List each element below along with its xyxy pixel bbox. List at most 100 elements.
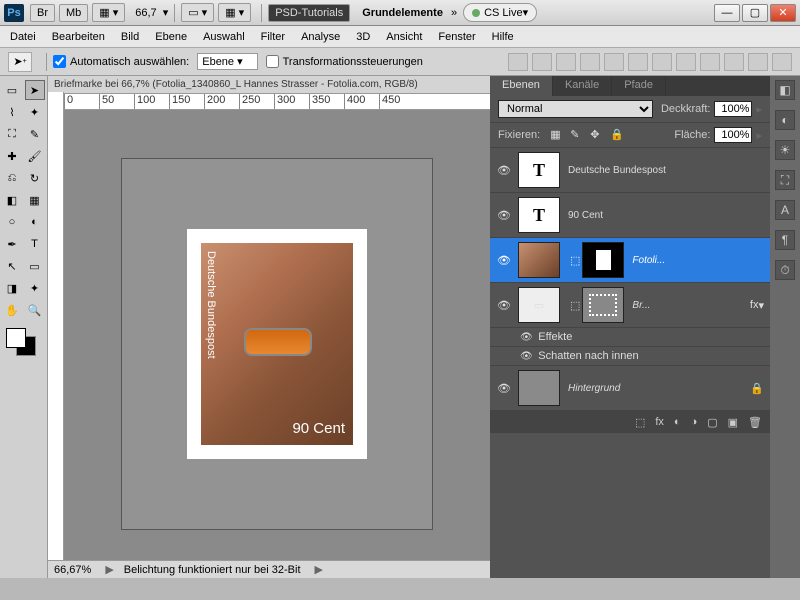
layer-name[interactable]: Deutsche Bundespost (568, 165, 764, 176)
zoom-value[interactable]: 66,7 (135, 7, 156, 19)
styles-panel-icon[interactable]: ⛶ (775, 170, 795, 190)
eyedropper-tool[interactable]: ✎ (25, 124, 45, 144)
fill-slider-icon[interactable]: ▸ (756, 129, 762, 142)
close-button[interactable]: ✕ (770, 4, 796, 22)
blend-mode-select[interactable]: Normal (498, 100, 653, 118)
menu-bearbeiten[interactable]: Bearbeiten (52, 31, 105, 43)
3d-tool[interactable]: ◨ (2, 278, 22, 298)
bridge-button[interactable]: Br (30, 4, 55, 22)
status-zoom[interactable]: 66,67% (54, 564, 91, 576)
distribute-icon[interactable] (652, 53, 672, 71)
adjustments-panel-icon[interactable]: ☀ (775, 140, 795, 160)
effects-label[interactable]: 👁 Effekte (490, 328, 770, 347)
3d-camera-tool[interactable]: ✦ (25, 278, 45, 298)
visibility-icon[interactable]: 👁 (496, 299, 512, 312)
align-icon[interactable] (580, 53, 600, 71)
character-panel-icon[interactable]: A (775, 200, 795, 220)
foreground-color[interactable] (6, 328, 26, 348)
menu-3d[interactable]: 3D (356, 31, 370, 43)
paragraph-panel-icon[interactable]: ¶ (775, 230, 795, 250)
history-brush-tool[interactable]: ↻ (25, 168, 45, 188)
link-icon[interactable]: ⬚ (570, 254, 580, 267)
auto-select-dropdown[interactable]: Ebene ▾ (197, 53, 257, 70)
menu-ansicht[interactable]: Ansicht (386, 31, 422, 43)
type-tool[interactable]: T (25, 234, 45, 254)
align-icon[interactable] (556, 53, 576, 71)
menu-fenster[interactable]: Fenster (438, 31, 475, 43)
minibridge-button[interactable]: Mb (59, 4, 88, 22)
tab-ebenen[interactable]: Ebenen (490, 76, 553, 96)
align-icon[interactable] (532, 53, 552, 71)
screen-mode-button[interactable]: ▭ ▾ (181, 3, 214, 22)
wand-tool[interactable]: ✦ (25, 102, 45, 122)
menu-bild[interactable]: Bild (121, 31, 139, 43)
document-tab[interactable]: Briefmarke bei 66,7% (Fotolia_1340860_L … (48, 76, 490, 94)
menu-ebene[interactable]: Ebene (155, 31, 187, 43)
extras-button[interactable]: ▦ ▾ (218, 3, 251, 22)
link-icon[interactable]: ⬚ (570, 299, 580, 312)
menu-filter[interactable]: Filter (261, 31, 285, 43)
align-icon[interactable] (604, 53, 624, 71)
psd-tutorials-button[interactable]: PSD-Tutorials (268, 4, 350, 22)
brush-tool[interactable]: 🖌 (25, 146, 45, 166)
delete-icon[interactable]: 🗑 (748, 416, 762, 429)
move-tool-indicator[interactable]: ➤+ (8, 52, 32, 72)
history-panel-icon[interactable]: ⏱ (775, 260, 795, 280)
mask-icon[interactable]: ◐ (674, 416, 681, 428)
lock-pixels-icon[interactable]: ✎ (570, 128, 584, 142)
menu-analyse[interactable]: Analyse (301, 31, 340, 43)
layer-name[interactable]: 90 Cent (568, 210, 764, 221)
zoom-tool[interactable]: 🔍 (25, 300, 45, 320)
link-layers-icon[interactable]: ⬚ (635, 416, 645, 429)
heal-tool[interactable]: ✚ (2, 146, 22, 166)
swatches-panel-icon[interactable]: ◧ (775, 80, 795, 100)
fx-badge[interactable]: fx (750, 299, 759, 311)
dodge-tool[interactable]: ◐ (25, 212, 45, 232)
layer-name[interactable]: Hintergrund (568, 383, 746, 394)
opacity-slider-icon[interactable]: ▸ (756, 103, 762, 116)
marquee-tool[interactable]: ▭ (2, 80, 22, 100)
menu-hilfe[interactable]: Hilfe (492, 31, 514, 43)
layer-row[interactable]: 👁 ⬚ Fotoli... (490, 238, 770, 283)
fx-expand-icon[interactable]: ▾ (758, 299, 764, 312)
tab-kanaele[interactable]: Kanäle (553, 76, 612, 96)
path-tool[interactable]: ↖ (2, 256, 22, 276)
layer-name[interactable]: Fotoli... (632, 255, 764, 266)
visibility-icon[interactable]: 👁 (496, 254, 512, 267)
workspace-label[interactable]: Grundelemente (362, 7, 443, 19)
group-icon[interactable]: ▢ (707, 416, 717, 429)
move-tool[interactable]: ➤ (25, 80, 45, 100)
color-panel-icon[interactable]: ◐ (775, 110, 795, 130)
distribute-icon[interactable] (724, 53, 744, 71)
cs-live-button[interactable]: CS Live ▾ (463, 3, 537, 22)
visibility-icon[interactable]: 👁 (496, 164, 512, 177)
fill-input[interactable] (714, 127, 752, 143)
menu-auswahl[interactable]: Auswahl (203, 31, 245, 43)
layer-row[interactable]: 👁 Hintergrund 🔒 (490, 366, 770, 411)
lock-position-icon[interactable]: ✥ (590, 128, 604, 142)
canvas[interactable]: Deutsche Bundespost 90 Cent (64, 110, 490, 578)
align-icon[interactable] (628, 53, 648, 71)
adjustment-icon[interactable]: ◑ (691, 416, 698, 428)
gradient-tool[interactable]: ▦ (25, 190, 45, 210)
transform-checkbox[interactable] (266, 55, 279, 68)
lock-all-icon[interactable]: 🔒 (610, 128, 624, 142)
eraser-tool[interactable]: ◧ (2, 190, 22, 210)
chevrons-icon[interactable]: » (451, 7, 457, 19)
pen-tool[interactable]: ✒ (2, 234, 22, 254)
opacity-input[interactable] (714, 101, 752, 117)
maximize-button[interactable]: ▢ (742, 4, 768, 22)
minimize-button[interactable]: — (714, 4, 740, 22)
lasso-tool[interactable]: ⌇ (2, 102, 22, 122)
visibility-icon[interactable]: 👁 (496, 382, 512, 395)
fx-icon[interactable]: fx (655, 416, 664, 428)
menu-datei[interactable]: Datei (10, 31, 36, 43)
distribute-icon[interactable] (700, 53, 720, 71)
stamp-tool[interactable]: ⎌ (2, 168, 22, 188)
auto-select-checkbox[interactable] (53, 55, 66, 68)
hand-tool[interactable]: ✋ (2, 300, 22, 320)
effect-item[interactable]: 👁 Schatten nach innen (490, 347, 770, 366)
lock-transparency-icon[interactable]: ▦ (550, 128, 564, 142)
layer-row[interactable]: 👁 T Deutsche Bundespost (490, 148, 770, 193)
tab-pfade[interactable]: Pfade (612, 76, 666, 96)
